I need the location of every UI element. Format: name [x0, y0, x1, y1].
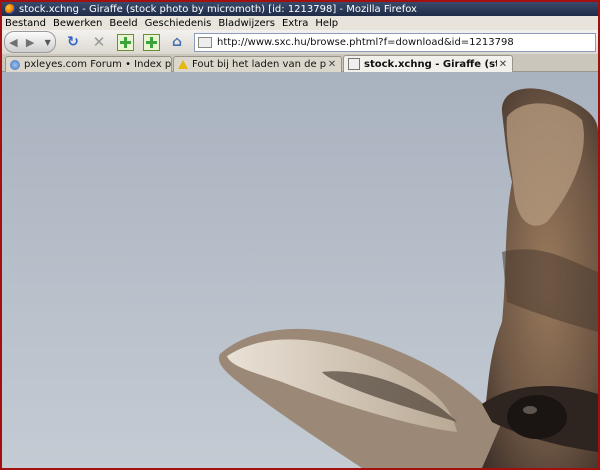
- forward-arrow-icon[interactable]: ▶: [26, 36, 34, 49]
- warning-icon: [178, 60, 188, 69]
- title-bar[interactable]: stock.xchng - Giraffe (stock photo by mi…: [2, 2, 598, 16]
- giraffe-eye: [507, 395, 567, 439]
- page-content: [2, 72, 598, 468]
- address-bar[interactable]: http://www.sxc.hu/browse.phtml?f=downloa…: [194, 32, 596, 52]
- menu-geschiedenis[interactable]: Geschiedenis: [145, 18, 212, 29]
- firefox-icon: [5, 4, 15, 14]
- stop-icon[interactable]: ✕: [90, 33, 108, 51]
- close-tab-icon[interactable]: ✕: [497, 59, 509, 70]
- menu-extra[interactable]: Extra: [282, 18, 308, 29]
- history-dropdown-icon[interactable]: ▼: [45, 38, 51, 47]
- site-favicon: [348, 58, 360, 70]
- add-extension-button[interactable]: [142, 33, 160, 51]
- browser-window: stock.xchng - Giraffe (stock photo by mi…: [0, 0, 600, 470]
- tab-pxleyes[interactable]: pxleyes.com Forum • Index page: [5, 56, 172, 72]
- tab-label: stock.xchng - Giraffe (stock phot...: [364, 58, 497, 70]
- pxleyes-favicon: [10, 59, 20, 70]
- menu-bar: Bestand Bewerken Beeld Geschiedenis Blad…: [2, 16, 598, 30]
- tab-bar: pxleyes.com Forum • Index page Fout bij …: [2, 54, 598, 72]
- giraffe-photo: [2, 72, 598, 468]
- tab-error[interactable]: Fout bij het laden van de pagina ✕: [173, 56, 342, 72]
- back-forward-group: ◀ ▶ ▼: [4, 31, 56, 53]
- tab-label: Fout bij het laden van de pagina: [192, 59, 326, 70]
- menu-bestand[interactable]: Bestand: [5, 18, 46, 29]
- menu-bladwijzers[interactable]: Bladwijzers: [218, 18, 275, 29]
- eye-highlight: [523, 406, 537, 414]
- menu-bewerken[interactable]: Bewerken: [53, 18, 102, 29]
- navigation-toolbar: ◀ ▶ ▼ ↻ ✕ ⌂ http://www.sxc.hu/browse.pht…: [2, 30, 598, 54]
- menu-help[interactable]: Help: [315, 18, 338, 29]
- url-text[interactable]: http://www.sxc.hu/browse.phtml?f=downloa…: [217, 37, 514, 48]
- site-identity-icon[interactable]: [198, 36, 212, 48]
- green-plus-icon: [116, 33, 134, 51]
- window-title: stock.xchng - Giraffe (stock photo by mi…: [19, 3, 417, 15]
- add-bookmark-button[interactable]: [116, 33, 134, 51]
- tab-label: pxleyes.com Forum • Index page: [24, 59, 171, 70]
- tab-stockxchng[interactable]: stock.xchng - Giraffe (stock phot... ✕: [343, 55, 513, 72]
- menu-beeld[interactable]: Beeld: [109, 18, 137, 29]
- reload-icon[interactable]: ↻: [64, 33, 82, 51]
- home-icon[interactable]: ⌂: [168, 33, 186, 51]
- green-plus-icon: [142, 33, 160, 51]
- back-arrow-icon[interactable]: ◀: [9, 36, 17, 49]
- close-tab-icon[interactable]: ✕: [326, 59, 338, 70]
